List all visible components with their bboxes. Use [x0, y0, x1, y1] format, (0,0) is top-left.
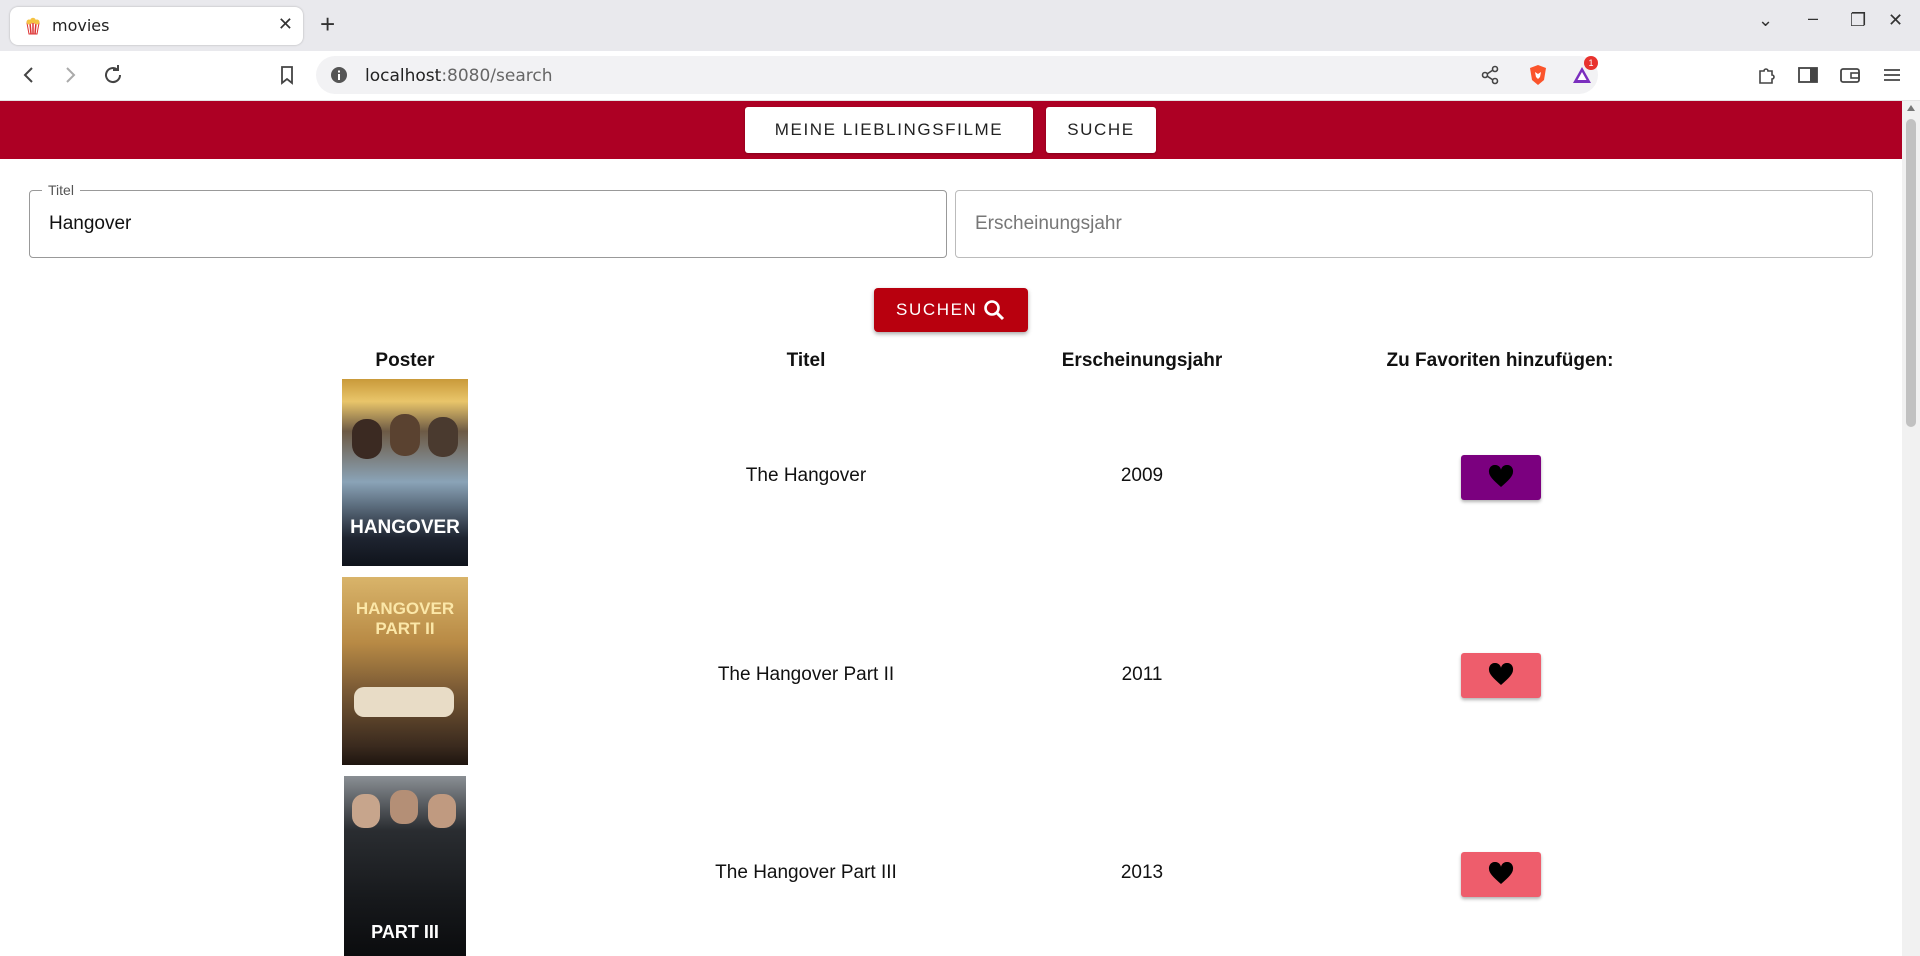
minimize-icon[interactable]: –	[1808, 8, 1818, 29]
search-icon	[984, 300, 1005, 321]
close-window-icon[interactable]: ✕	[1888, 10, 1903, 31]
menu-icon[interactable]	[1880, 63, 1904, 87]
title-input-value[interactable]: Hangover	[49, 213, 131, 235]
back-icon[interactable]	[17, 63, 41, 87]
title-field[interactable]: Titel Hangover	[29, 182, 947, 258]
header-add-favorite: Zu Favoriten hinzufügen:	[1386, 350, 1614, 371]
bookmark-icon[interactable]	[275, 63, 299, 87]
close-tab-icon[interactable]: ✕	[278, 14, 293, 35]
forward-icon[interactable]	[58, 63, 82, 87]
movie-poster: HANGOVER PART II	[342, 577, 468, 765]
page-scrollbar[interactable]	[1902, 101, 1920, 956]
year-input-placeholder[interactable]: Erscheinungsjahr	[975, 213, 1122, 235]
browser-tab[interactable]: movies ✕	[10, 7, 303, 45]
scroll-up-arrow-icon[interactable]	[1907, 105, 1915, 111]
extensions-icon[interactable]	[1755, 63, 1779, 87]
movie-year: 2013	[1120, 862, 1164, 883]
heart-icon	[1488, 465, 1514, 487]
wallet-icon[interactable]	[1838, 63, 1862, 87]
site-info-icon[interactable]	[330, 66, 348, 84]
movie-poster: PART III	[344, 776, 466, 956]
header-title: Titel	[786, 350, 826, 371]
restore-icon[interactable]: ❐	[1850, 10, 1866, 31]
poster-title-text: HANGOVER PART II	[355, 599, 455, 638]
header-year: Erscheinungsjahr	[1061, 350, 1223, 371]
movie-year: 2011	[1121, 664, 1163, 685]
browser-toolbar: localhost:8080/search 1	[0, 51, 1920, 101]
movie-title: The Hangover Part III	[715, 862, 897, 883]
popcorn-icon	[26, 17, 40, 35]
movie-title: The Hangover Part II	[717, 664, 895, 685]
new-tab-icon[interactable]: +	[320, 10, 335, 38]
movie-title: The Hangover	[745, 465, 867, 486]
poster-title-text: HANGOVER	[350, 517, 460, 538]
year-field[interactable]: Erscheinungsjahr	[955, 190, 1873, 258]
add-favorite-button[interactable]	[1461, 455, 1541, 500]
title-field-label: Titel	[42, 182, 80, 198]
poster-title-text: PART III	[371, 922, 439, 942]
movie-year: 2009	[1120, 465, 1164, 486]
add-favorite-button[interactable]	[1461, 653, 1541, 698]
url-text: localhost:8080/search	[365, 66, 553, 86]
tab-list-chevron-icon[interactable]: ⌄	[1758, 10, 1773, 31]
header-poster: Poster	[375, 350, 435, 371]
movie-poster: HANGOVER	[342, 379, 468, 566]
browser-tab-strip: movies ✕ + ⌄ – ❐ ✕	[0, 0, 1920, 51]
address-bar[interactable]: localhost:8080/search 1	[316, 56, 1598, 94]
reload-icon[interactable]	[101, 63, 125, 87]
favorites-nav-button[interactable]: MEINE LIEBLINGSFILME	[745, 107, 1033, 153]
brave-shield-icon[interactable]	[1526, 63, 1550, 87]
heart-icon	[1488, 663, 1514, 685]
heart-icon	[1488, 862, 1514, 884]
search-submit-button[interactable]: SUCHEN	[874, 288, 1028, 332]
sidebar-icon[interactable]	[1796, 63, 1820, 87]
add-favorite-button[interactable]	[1461, 852, 1541, 897]
share-icon[interactable]	[1478, 63, 1502, 87]
search-nav-button[interactable]: SUCHE	[1046, 107, 1156, 153]
scrollbar-thumb[interactable]	[1906, 119, 1916, 427]
tab-title: movies	[52, 16, 110, 35]
search-button-label: SUCHEN	[896, 300, 978, 319]
rewards-badge: 1	[1584, 56, 1598, 70]
app-header: MEINE LIEBLINGSFILME SUCHE	[0, 101, 1902, 159]
